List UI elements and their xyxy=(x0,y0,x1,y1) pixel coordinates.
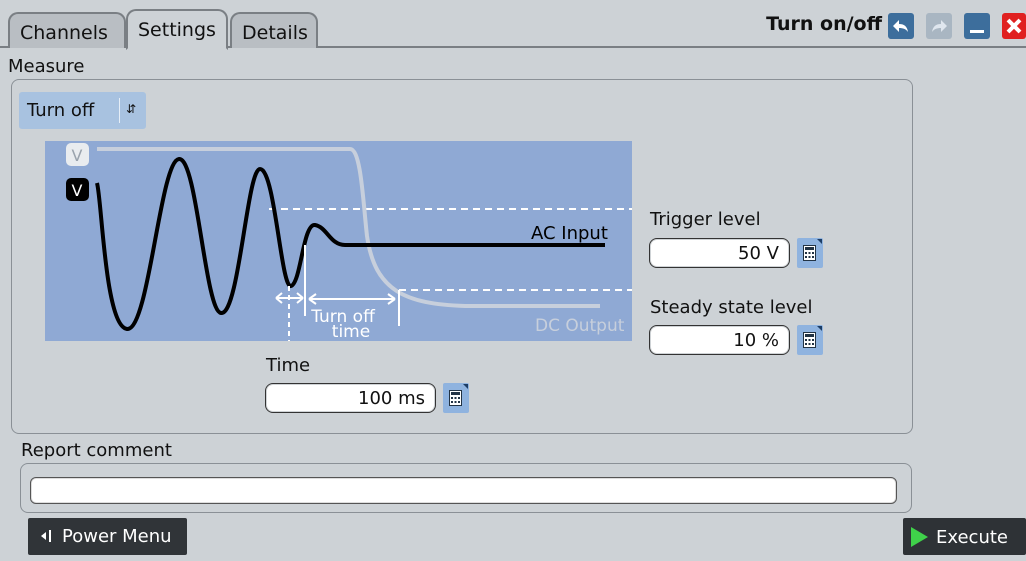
trigger-level-keypad-button[interactable] xyxy=(797,238,823,268)
ac-badge-text: V xyxy=(72,181,83,200)
dc-badge-text: V xyxy=(72,146,83,165)
report-comment-label: Report comment xyxy=(21,440,172,461)
select-divider xyxy=(119,98,120,123)
redo-icon xyxy=(932,20,947,32)
back-icon xyxy=(37,528,53,549)
undo-button[interactable] xyxy=(888,13,914,39)
measure-mode-select[interactable]: Turn off ⇵ xyxy=(19,92,146,129)
delay-arrow xyxy=(275,292,304,304)
minimize-icon xyxy=(970,30,984,33)
close-icon xyxy=(1006,18,1022,34)
ac-input-curve xyxy=(95,157,605,331)
redo-button[interactable] xyxy=(926,13,952,39)
steady-state-level-input[interactable]: 10 % xyxy=(649,325,790,355)
turn-off-time-arrow xyxy=(308,293,396,305)
window-title: Turn on/off xyxy=(766,13,882,35)
tab-channels[interactable]: Channels xyxy=(8,12,126,48)
trigger-level-input[interactable]: 50 V xyxy=(649,238,790,268)
ac-input-label: AC Input xyxy=(531,223,608,244)
undo-icon xyxy=(893,20,908,32)
play-icon xyxy=(909,526,929,553)
power-menu-label: Power Menu xyxy=(62,526,172,547)
turn-off-diagram: V V AC Input DC Output Turn off time xyxy=(45,141,632,342)
close-button[interactable] xyxy=(1002,13,1026,39)
trigger-level-label: Trigger level xyxy=(650,209,761,230)
power-menu-button[interactable]: Power Menu xyxy=(28,518,187,555)
keypad-icon xyxy=(803,332,816,348)
dc-output-label: DC Output xyxy=(535,316,625,336)
time-keypad-button[interactable] xyxy=(443,383,469,413)
execute-label: Execute xyxy=(936,527,1008,548)
time-input[interactable]: 100 ms xyxy=(265,383,436,413)
execute-button[interactable]: Execute xyxy=(903,518,1026,555)
turn-off-diagram-graphic: V V AC Input DC Output Turn off time xyxy=(66,143,632,342)
time-label: Time xyxy=(266,355,311,376)
keypad-icon xyxy=(449,390,462,406)
tab-details[interactable]: Details xyxy=(230,12,318,48)
tab-settings[interactable]: Settings xyxy=(126,9,228,50)
measure-section-label: Measure xyxy=(8,56,85,77)
measure-mode-value: Turn off xyxy=(27,100,95,121)
report-comment-input[interactable] xyxy=(30,477,897,504)
time-label: time xyxy=(332,322,370,341)
select-updown-icon: ⇵ xyxy=(125,102,136,116)
steady-state-keypad-button[interactable] xyxy=(797,325,823,355)
dc-output-curve xyxy=(97,147,600,308)
keypad-icon xyxy=(803,245,816,261)
minimize-button[interactable] xyxy=(964,13,990,39)
steady-state-level-label: Steady state level xyxy=(650,297,813,318)
